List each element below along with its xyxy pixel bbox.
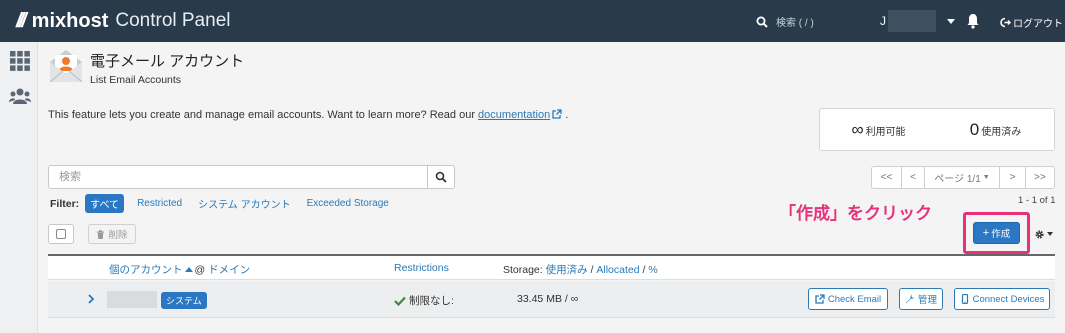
checkmark-icon <box>394 296 406 306</box>
page-prev-button[interactable]: < <box>902 167 925 188</box>
search-button[interactable] <box>427 165 455 189</box>
filter-restricted[interactable]: Restricted <box>137 198 182 209</box>
pagination: << < ページ 1/1 ▼ > >> <box>871 166 1055 189</box>
available-label: 利用可能 <box>865 126 906 138</box>
page-first-button[interactable]: << <box>872 167 902 188</box>
create-button[interactable]: + 作成 <box>973 222 1020 244</box>
grid-icon[interactable] <box>9 50 31 72</box>
logout-icon <box>1000 17 1011 28</box>
bell-icon[interactable] <box>966 13 980 29</box>
system-badge: システム <box>161 292 207 309</box>
email-account-icon <box>49 50 83 83</box>
gear-icon <box>1035 229 1044 239</box>
global-search-placeholder: 検索 ( / ) <box>776 18 814 29</box>
sort-storage-allocated[interactable]: Allocated <box>596 264 639 276</box>
users-icon[interactable] <box>9 86 31 108</box>
storage-separator-1: / <box>590 264 594 276</box>
column-account-domain[interactable]: 個のアカウント @ ドメイン <box>109 262 250 277</box>
search-icon <box>756 16 768 28</box>
user-initial: J <box>880 14 886 28</box>
storage-value: 33.45 MB / ∞ <box>517 293 579 305</box>
user-menu[interactable]: J <box>880 10 955 32</box>
result-count: 1 - 1 of 1 <box>1018 195 1056 206</box>
page-select-label: ページ 1/1 <box>934 174 981 185</box>
documentation-link[interactable]: documentation <box>478 109 550 121</box>
sort-storage-percent[interactable]: % <box>648 264 657 276</box>
top-bar: /// mixhost Control Panel 検索 ( / ) J ログア… <box>0 0 1065 42</box>
delete-button[interactable]: 削除 <box>88 224 136 244</box>
chevron-right-icon[interactable] <box>86 294 96 304</box>
checkbox-icon <box>56 229 66 239</box>
page-title: 電子メール アカウント <box>90 53 245 70</box>
filter-exceeded-storage[interactable]: Exceeded Storage <box>307 198 389 209</box>
filter-bar: Filter: すべて Restricted システム アカウント Exceed… <box>50 194 405 213</box>
manage-label: 管理 <box>917 295 937 306</box>
check-email-button[interactable]: Check Email <box>808 288 888 310</box>
column-account-label: 個のアカウント <box>109 264 183 276</box>
username-redacted <box>888 10 936 32</box>
page-subtitle: List Email Accounts <box>90 74 182 86</box>
chevron-down-icon <box>1047 232 1053 236</box>
feature-description: This feature lets you create and manage … <box>48 109 568 121</box>
used-value: 0 <box>969 119 980 139</box>
sort-ascending-icon <box>184 267 193 272</box>
settings-menu-button[interactable] <box>1032 224 1055 244</box>
description-tail: . <box>565 109 569 121</box>
connect-devices-label: Connect Devices <box>972 293 1045 305</box>
accounts-table-header: 個のアカウント @ ドメイン Restrictions Storage: 使用済み… <box>48 254 1055 280</box>
page-last-button[interactable]: >> <box>1026 167 1054 188</box>
trash-icon <box>97 229 105 239</box>
account-name-redacted <box>107 291 157 308</box>
sort-storage-used[interactable]: 使用済み <box>546 264 588 276</box>
delete-label: 削除 <box>108 230 128 241</box>
external-link-icon <box>815 294 825 304</box>
mobile-device-icon <box>961 294 968 304</box>
description-text: This feature lets you create and manage … <box>48 109 479 121</box>
storage-separator-2: / <box>642 264 646 276</box>
restrictions-cell: 制限なし: <box>394 293 454 308</box>
brand-mark: /// <box>16 9 27 32</box>
external-link-icon[interactable] <box>552 109 562 119</box>
storage-prefix: Storage: <box>503 264 543 276</box>
account-stats: ∞ 利用可能 0 使用済み <box>819 108 1055 151</box>
side-nav <box>0 42 38 333</box>
column-domain-label: ドメイン <box>208 264 251 276</box>
brand-subtitle: Control Panel <box>115 10 231 31</box>
column-storage: Storage: 使用済み / Allocated / % <box>503 262 658 277</box>
search-icon <box>435 171 447 183</box>
global-search[interactable]: 検索 ( / ) <box>756 14 814 29</box>
used-label: 使用済み <box>981 126 1022 138</box>
check-email-label: Check Email <box>827 293 882 305</box>
table-row: システム 制限なし: 33.45 MB / ∞ Check Email 管理 C… <box>48 281 1055 318</box>
stat-available: ∞ 利用可能 <box>820 120 937 140</box>
column-restrictions[interactable]: Restrictions <box>394 262 449 274</box>
filter-all[interactable]: すべて <box>85 194 125 213</box>
brand-logo[interactable]: /// mixhost Control Panel <box>16 10 230 33</box>
create-label: 作成 <box>991 229 1011 240</box>
restrictions-value: 制限なし: <box>409 295 454 307</box>
chevron-down-icon <box>947 18 955 24</box>
wrench-icon <box>905 294 915 304</box>
page-select[interactable]: ページ 1/1 ▼ <box>925 167 1000 188</box>
filter-label: Filter: <box>50 197 80 210</box>
chevron-down-icon: ▼ <box>982 174 990 181</box>
column-at-symbol: @ <box>194 264 206 276</box>
plus-icon: + <box>982 227 990 239</box>
logout-button[interactable]: ログアウト <box>1000 15 1063 30</box>
brand-name: mixhost <box>31 9 109 32</box>
connect-devices-button[interactable]: Connect Devices <box>954 288 1050 310</box>
manage-button[interactable]: 管理 <box>899 288 943 310</box>
account-search-input[interactable] <box>48 165 428 189</box>
logout-label: ログアウト <box>1013 19 1063 30</box>
select-all-checkbox[interactable] <box>48 224 74 244</box>
page-next-button[interactable]: > <box>1000 167 1026 188</box>
annotation-callout: 「作成」をクリック <box>779 204 932 223</box>
filter-system-account[interactable]: システム アカウント <box>198 196 290 211</box>
available-value: ∞ <box>851 119 864 139</box>
stat-used: 0 使用済み <box>937 120 1054 140</box>
